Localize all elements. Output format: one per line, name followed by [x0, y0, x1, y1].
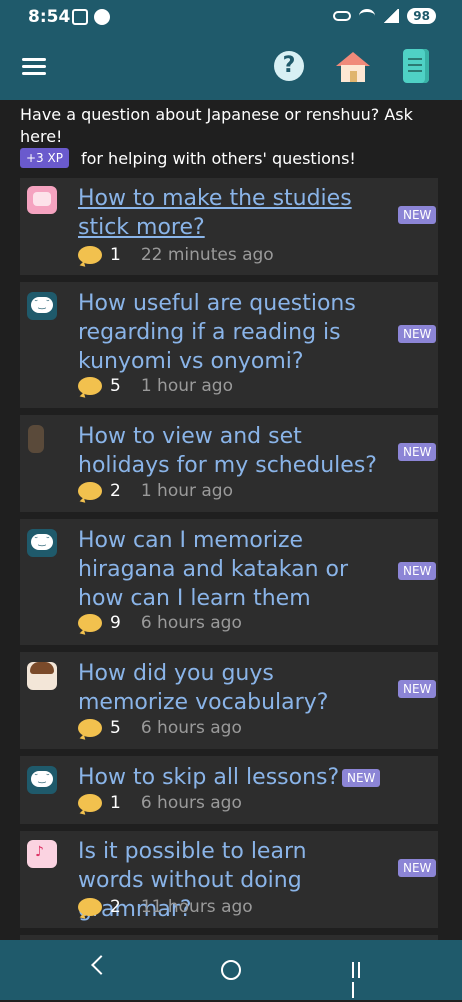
app-notification-icon	[94, 9, 110, 25]
thread-meta: 2 1 hour ago	[78, 481, 233, 501]
thread-item[interactable]: How useful are questions regarding if a …	[20, 282, 438, 408]
thread-item[interactable]: How can I memorize hiragana and katakan …	[20, 519, 438, 645]
user-avatar	[27, 766, 57, 794]
thread-meta: 5 6 hours ago	[78, 718, 242, 738]
wifi-icon	[359, 9, 376, 23]
thread-meta: 1 22 minutes ago	[78, 245, 274, 265]
comment-count: 2	[110, 481, 121, 501]
new-badge: NEW	[398, 680, 437, 698]
new-badge: NEW	[398, 206, 437, 224]
thread-meta: 1 6 hours ago	[78, 793, 242, 813]
user-avatar	[27, 529, 57, 557]
comment-bubble-icon	[78, 898, 102, 916]
app-bar: ?	[0, 36, 462, 100]
comment-bubble-icon	[78, 482, 102, 500]
thread-time: 1 hour ago	[140, 481, 233, 501]
thread-time: 6 hours ago	[140, 793, 242, 813]
user-avatar	[27, 186, 57, 214]
thread-item[interactable]: How to view and set holidays for my sche…	[20, 415, 438, 512]
thread-meta: 9 6 hours ago	[78, 613, 242, 633]
thread-title[interactable]: How to make the studies stick more?	[78, 184, 378, 242]
new-badge: NEW	[398, 859, 437, 877]
recents-icon[interactable]	[352, 962, 368, 998]
status-bar: 8:54 98	[0, 0, 462, 36]
thread-title[interactable]: How useful are questions regarding if a …	[78, 289, 378, 376]
new-badge: NEW	[398, 443, 437, 461]
thread-time: 22 minutes ago	[140, 245, 274, 265]
thread-item[interactable]: How did you guys memorize vocabulary? NE…	[20, 652, 438, 749]
thread-time: 1 hour ago	[140, 376, 233, 396]
xp-badge: +3 XP	[20, 148, 69, 168]
thread-item[interactable]: How to make the studies stick more? NEW …	[20, 178, 438, 275]
user-avatar	[27, 662, 57, 690]
back-icon[interactable]	[91, 955, 111, 975]
help-icon[interactable]: ?	[274, 51, 304, 81]
thread-time: 6 hours ago	[140, 718, 242, 738]
home-icon[interactable]	[334, 50, 372, 84]
user-avatar	[27, 292, 57, 320]
signal-icon	[383, 9, 400, 23]
system-icons: 98	[333, 8, 436, 24]
comment-bubble-icon	[78, 614, 102, 632]
system-nav-bar	[0, 940, 462, 1000]
comment-count: 5	[110, 376, 121, 396]
user-avatar	[28, 425, 44, 453]
new-badge: NEW	[398, 562, 437, 580]
screenshot-icon	[72, 9, 88, 25]
thread-title[interactable]: How to skip all lessons?	[78, 763, 348, 792]
thread-title[interactable]: How to view and set holidays for my sche…	[78, 422, 378, 480]
comment-count: 1	[110, 245, 121, 265]
battery-icon: 98	[407, 8, 436, 24]
comment-count: 2	[110, 897, 121, 917]
home-nav-icon[interactable]	[221, 960, 241, 980]
comment-count: 9	[110, 613, 121, 633]
user-avatar	[27, 840, 57, 868]
intro-text: Have a question about Japanese or renshu…	[20, 105, 413, 146]
comment-count: 5	[110, 718, 121, 738]
xp-text: for helping with others' questions!	[80, 148, 356, 168]
comment-bubble-icon	[78, 794, 102, 812]
book-icon[interactable]	[403, 49, 429, 83]
comment-bubble-icon	[78, 719, 102, 737]
thread-time: 11 hours ago	[140, 897, 253, 917]
xp-line: +3 XP for helping with others' questions…	[20, 148, 356, 168]
comment-bubble-icon	[78, 377, 102, 395]
new-badge: NEW	[342, 769, 381, 787]
status-time: 8:54	[28, 7, 71, 27]
thread-time: 6 hours ago	[140, 613, 242, 633]
thread-meta: 5 1 hour ago	[78, 376, 233, 396]
notification-icons	[72, 9, 110, 25]
thread-title[interactable]: How did you guys memorize vocabulary?	[78, 659, 388, 717]
key-icon	[333, 11, 352, 21]
thread-item[interactable]: Is it possible to learn words without do…	[20, 831, 438, 928]
new-badge: NEW	[398, 325, 437, 343]
comment-bubble-icon	[78, 246, 102, 264]
menu-icon[interactable]	[22, 58, 46, 76]
comment-count: 1	[110, 793, 121, 813]
thread-item[interactable]: How to skip all lessons? NEW 1 6 hours a…	[20, 756, 438, 824]
thread-meta: 2 11 hours ago	[78, 897, 253, 917]
thread-title[interactable]: How can I memorize hiragana and katakan …	[78, 526, 378, 613]
